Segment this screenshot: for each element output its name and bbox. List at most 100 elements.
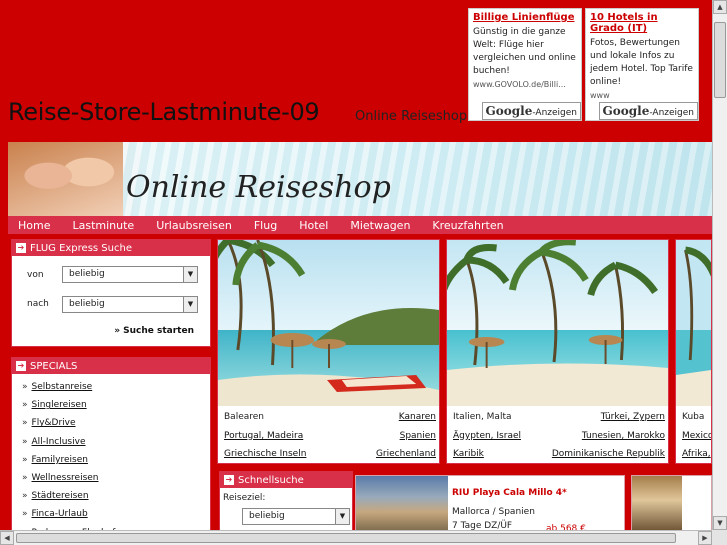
beach-photo	[676, 240, 711, 406]
hotel-location: Mallorca / Spanien	[452, 507, 535, 517]
von-select-value: beliebig	[69, 269, 105, 279]
nav-hotel[interactable]: Hotel	[299, 219, 328, 232]
flug-search-title: FLUG Express Suche	[30, 242, 132, 254]
destination-link[interactable]: Karibik	[453, 449, 484, 459]
destination-link[interactable]: Ägypten, Israel	[453, 431, 521, 441]
specials-list: » Selbstanreise » Singlereisen » Fly&Drive …	[12, 374, 210, 536]
ads-badge-label: -Anzeigen	[649, 108, 694, 118]
specials-item: » Singlereisen	[22, 396, 210, 414]
nach-label: nach	[27, 299, 49, 309]
destination-panel-2: Italien, Malta Türkei, Zypern Ägypten, Is…	[446, 239, 669, 464]
nav-home[interactable]: Home	[18, 219, 50, 232]
hotel-offer-card-2[interactable]	[631, 475, 712, 536]
scroll-down-icon[interactable]: ▼	[713, 516, 727, 530]
destination-link[interactable]: Dominikanische Republik	[552, 449, 665, 459]
specials-link[interactable]: Selbstanreise	[32, 382, 93, 392]
ad-title[interactable]: Billige Linienflüge	[469, 9, 581, 24]
hotel-photo[interactable]	[632, 476, 682, 536]
vertical-scrollbar[interactable]: ▲ ▼	[712, 0, 727, 530]
ad-body: Fotos, Bewertungen und lokale Infos zu j…	[590, 38, 693, 87]
specials-link[interactable]: Finca-Urlaub	[32, 509, 88, 519]
scrollbar-corner	[712, 530, 727, 545]
specials-link[interactable]: Familyreisen	[32, 455, 88, 465]
chevron-down-icon[interactable]: ▼	[335, 509, 349, 524]
arrow-right-icon: ➔	[224, 475, 234, 485]
scrollbar-thumb[interactable]	[16, 533, 676, 543]
nav-urlaubsreisen[interactable]: Urlaubsreisen	[156, 219, 232, 232]
ad-body: Günstig in die ganze Welt: Flüge hier ve…	[473, 27, 576, 76]
destination-link[interactable]: Griechenland	[376, 449, 436, 459]
bullet-icon: »	[22, 382, 28, 392]
destination-link[interactable]: Tunesien, Marokko	[582, 431, 665, 441]
specials-item: » Selbstanreise	[22, 378, 210, 396]
hotel-name[interactable]: RIU Playa Cala Millo 4*	[452, 488, 567, 498]
specials-item: » Wellnessreisen	[22, 469, 210, 487]
horizontal-scrollbar[interactable]: ◀ ▶	[0, 530, 712, 545]
hotel-photo[interactable]	[356, 476, 448, 536]
bullet-icon: »	[22, 418, 28, 429]
specials-item: » All-Inclusive	[22, 433, 210, 451]
google-logo: Google	[485, 104, 533, 118]
specials-title: SPECIALS	[30, 360, 78, 372]
destination-panel-3: Kuba Mexico Afrika,	[675, 239, 712, 464]
beach-photo	[447, 240, 668, 406]
destination-link[interactable]: Kanaren	[399, 412, 436, 422]
reiseziel-select[interactable]: beliebig ▼	[242, 508, 350, 525]
bullet-icon: »	[22, 472, 28, 483]
destination-table: Kuba Mexico Afrika,	[682, 408, 711, 463]
header-banner: Online Reiseshop	[8, 142, 712, 217]
specials-link[interactable]: Singlereisen	[32, 400, 87, 410]
nav-flug[interactable]: Flug	[254, 219, 277, 232]
specials-link[interactable]: Wellnessreisen	[32, 473, 99, 483]
search-start-link[interactable]: » Suche starten	[114, 326, 194, 336]
destination-text: Kuba	[682, 412, 705, 423]
table-row: Griechische Inseln Griechenland	[224, 445, 436, 463]
hotel-offer-card[interactable]: RIU Playa Cala Millo 4* Mallorca / Spani…	[355, 475, 625, 536]
destination-link[interactable]: Afrika,	[682, 449, 711, 459]
banner-logo-text: Online Reiseshop	[126, 170, 391, 205]
nav-mietwagen[interactable]: Mietwagen	[350, 219, 410, 232]
scrollbar-thumb[interactable]	[714, 22, 726, 98]
google-ads-badge[interactable]: Google-Anzeigen	[481, 102, 581, 120]
nav-kreuzfahrten[interactable]: Kreuzfahrten	[432, 219, 503, 232]
scroll-right-icon[interactable]: ▶	[698, 531, 712, 545]
google-ads-badge[interactable]: Google-Anzeigen	[598, 102, 698, 120]
nav-lastminute[interactable]: Lastminute	[72, 219, 134, 232]
destination-link[interactable]: Portugal, Madeira	[224, 431, 303, 441]
chevron-down-icon[interactable]: ▼	[183, 297, 197, 312]
google-ad-1[interactable]: Billige Linienflüge Günstig in die ganze…	[468, 8, 582, 121]
von-select[interactable]: beliebig ▼	[62, 266, 198, 283]
destination-link[interactable]: Türkei, Zypern	[601, 412, 665, 422]
beach-photo	[218, 240, 439, 406]
specials-item: » Finca-Urlaub	[22, 505, 210, 523]
nach-select[interactable]: beliebig ▼	[62, 296, 198, 313]
table-row: Portugal, Madeira Spanien	[224, 427, 436, 446]
destination-link[interactable]: Balearen	[224, 408, 347, 427]
table-row: Kuba	[682, 408, 711, 427]
specials-link[interactable]: All-Inclusive	[32, 437, 86, 447]
ad-url[interactable]: www	[586, 91, 698, 100]
destination-link[interactable]: Italien, Malta	[453, 408, 533, 427]
ads-badge-label: -Anzeigen	[532, 108, 577, 118]
google-ad-2[interactable]: 10 Hotels in Grado (IT) Fotos, Bewertung…	[585, 8, 699, 121]
specials-link[interactable]: Städtereisen	[32, 491, 89, 501]
flug-search-box: ➔ FLUG Express Suche von beliebig ▼ nach…	[11, 239, 211, 347]
main-nav: Home Lastminute Urlaubsreisen Flug Hotel…	[8, 216, 712, 234]
table-row: Afrika,	[682, 445, 711, 463]
chevron-down-icon[interactable]: ▼	[183, 267, 197, 282]
scroll-up-icon[interactable]: ▲	[713, 0, 727, 14]
destination-link[interactable]: Spanien	[400, 431, 436, 441]
destination-link[interactable]: Mexico	[682, 431, 711, 441]
ad-url[interactable]: www.GOVOLO.de/Billi...	[469, 80, 581, 89]
specials-link[interactable]: Fly&Drive	[32, 418, 76, 428]
specials-box: ➔ SPECIALS » Selbstanreise » Singlereisen …	[11, 357, 211, 537]
destination-table: Balearen Kanaren Portugal, Madeira Spanien…	[224, 408, 436, 463]
ad-title[interactable]: 10 Hotels in Grado (IT)	[586, 9, 698, 35]
bullet-icon: »	[22, 509, 28, 520]
reiseziel-label: Reiseziel:	[223, 493, 266, 503]
bullet-icon: »	[22, 400, 28, 411]
specials-item: » Städtereisen	[22, 487, 210, 505]
scroll-left-icon[interactable]: ◀	[0, 531, 14, 545]
table-row: Italien, Malta Türkei, Zypern	[453, 408, 665, 427]
destination-link[interactable]: Griechische Inseln	[224, 449, 306, 459]
